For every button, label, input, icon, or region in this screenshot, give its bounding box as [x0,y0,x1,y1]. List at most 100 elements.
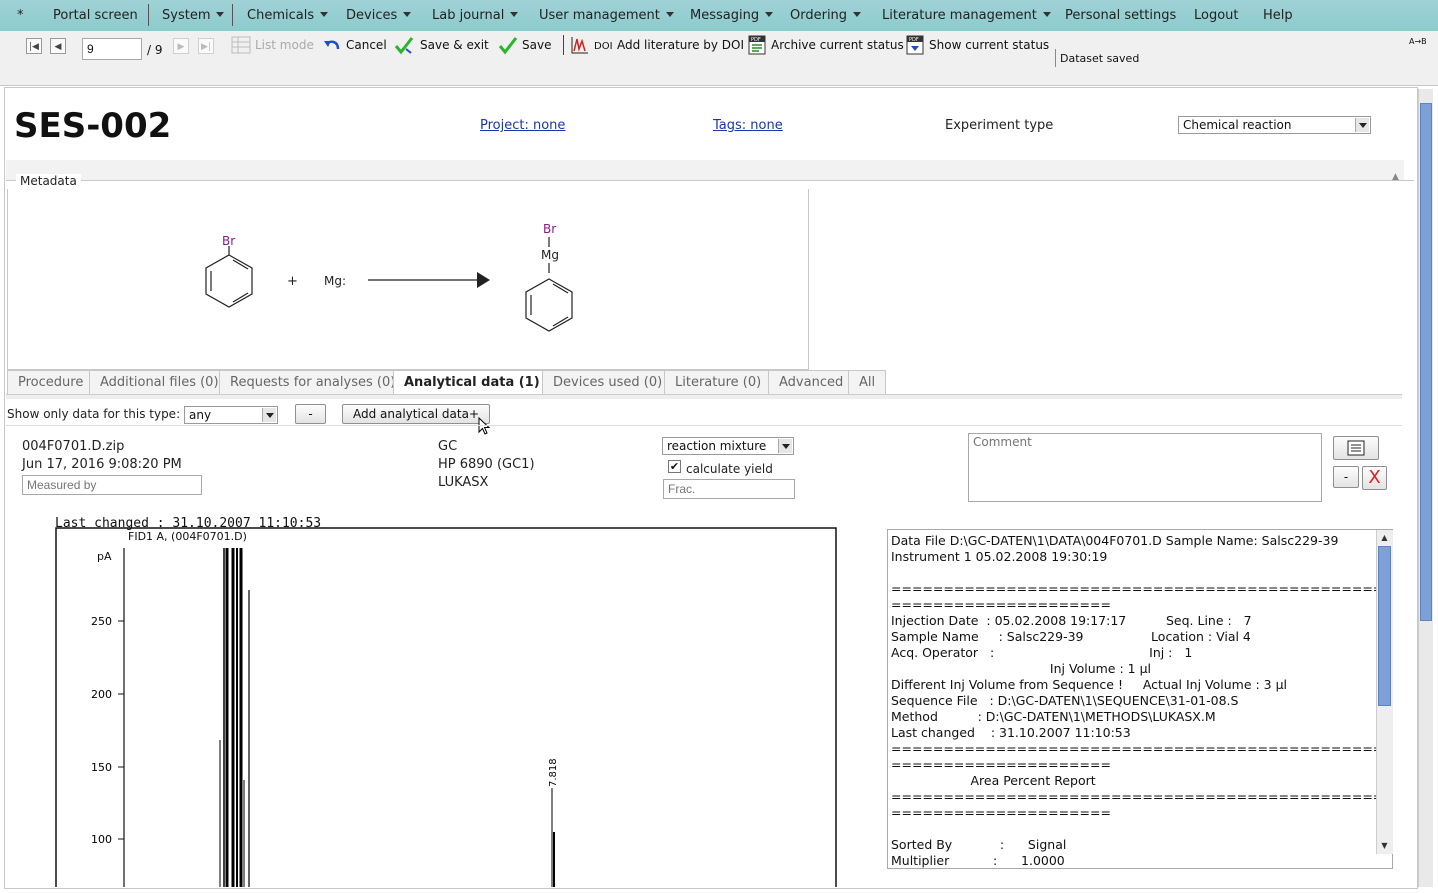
experiment-type-value: Chemical reaction [1183,118,1292,132]
report-scrollbar[interactable]: ▲ ▼ [1376,530,1393,854]
tab-requests-for-analyses[interactable]: Requests for analyses (0) [219,370,407,394]
experiment-type-label: Experiment type [945,118,1054,133]
bromine-atom: Br [222,234,235,248]
page-title: SES-002 [14,106,172,146]
collapse-filter-button[interactable]: - [295,404,326,424]
tab-additional-files[interactable]: Additional files (0) [89,370,230,394]
menu-item-lab-journal[interactable]: Lab journal [432,8,519,23]
analysis-file-name[interactable]: 004F0701.D.zip [22,439,124,454]
collapse-icon[interactable]: ▲ [1392,172,1399,182]
menu-item-logout[interactable]: Logout [1194,8,1239,23]
pdf-archive-icon: PDF [748,35,766,55]
edit-analysis-button[interactable] [1333,436,1379,460]
chevron-down-icon [1355,118,1369,132]
analysis-device: HP 6890 (GC1) [438,457,535,472]
menu-item-personal-settings[interactable]: Personal settings [1065,8,1176,23]
menu-item-devices[interactable]: Devices [346,8,412,23]
menu-item-literature-management[interactable]: Literature management [882,8,1051,23]
header-band [6,160,1404,180]
peak-label: 7.818 [548,758,559,787]
tab-all[interactable]: All [848,370,887,394]
tab-devices-used[interactable]: Devices used (0) [542,370,674,394]
y-axis-unit: pA [97,550,112,563]
cancel-button[interactable]: Cancel [346,38,387,52]
divider [6,425,1402,426]
delete-analysis-button[interactable]: X [1362,466,1387,490]
page-total: / 9 [147,43,163,57]
previous-page-icon[interactable]: ◀ [50,38,66,54]
menu-item-system[interactable]: System [162,8,225,23]
last-page-icon[interactable]: ▶| [198,38,214,54]
data-type-filter-value: any [189,408,212,422]
spectrum-doi-icon [571,37,588,54]
y-tick-150: 150 [91,761,112,774]
main-scrollbar[interactable] [1418,89,1433,887]
reaction-scheme-drawing: Br + Mg: Br Mg [205,222,573,332]
archive-status-button[interactable]: Archive current status [771,38,904,52]
menu-item-messaging[interactable]: Messaging [690,8,774,23]
chevron-down-icon [778,439,792,453]
report-scrollbar-thumb[interactable] [1378,546,1391,706]
menu-item-ordering[interactable]: Ordering [790,8,862,23]
menu-item-portal-screen[interactable]: Portal screen [53,8,138,23]
tab-procedure[interactable]: Procedure [7,370,95,394]
collapse-analysis-button[interactable]: - [1333,466,1359,488]
status-message: Dataset saved [1060,52,1140,65]
toolbar: |◀ ◀ / 9 ▶ ▶| List mode Cancel Save & ex… [0,31,1438,86]
product-bromine-atom: Br [543,222,556,236]
menu-item-help[interactable]: Help [1263,8,1293,23]
calculate-yield-label: calculate yield [686,462,773,476]
mouse-cursor-icon [478,417,491,435]
data-type-filter-select[interactable]: any [184,406,278,424]
tab-literature[interactable]: Literature (0) [664,370,773,394]
doi-prefix: DOI [594,41,613,52]
save-button[interactable]: Save [522,38,551,52]
tags-link[interactable]: Tags: none [713,118,783,133]
calculate-yield-checkbox[interactable]: ✔ [668,460,681,473]
magnesium-reagent: Mg: [324,274,346,288]
scrollbar-thumb[interactable] [1420,103,1432,621]
tab-analytical-data[interactable]: Analytical data (1) [393,370,551,395]
chevron-down-icon [216,12,225,17]
svg-text:PDF: PDF [751,37,761,43]
experiment-type-select[interactable]: Chemical reaction [1178,116,1371,134]
comment-textarea[interactable] [968,433,1322,502]
list-mode-button[interactable]: List mode [255,38,314,52]
add-literature-doi-button[interactable]: Add literature by DOI [617,38,744,52]
page-number-input[interactable] [82,38,142,60]
y-tick-250: 250 [91,615,112,628]
chevron-down-icon [853,12,862,17]
menu-item-chemicals[interactable]: Chemicals [247,8,329,23]
chevron-down-icon [403,12,412,17]
product-magnesium-atom: Mg [541,248,559,262]
scroll-down-icon[interactable]: ▼ [1378,839,1391,852]
menu-star[interactable]: * [17,8,24,23]
phenyl-ring-structure [525,263,573,332]
sample-type-select[interactable]: reaction mixture [662,437,794,455]
main-menu-bar: * Portal screen System Chemicals Devices… [0,0,1438,32]
show-status-button[interactable]: Show current status [929,38,1049,52]
add-analytical-data-button[interactable]: Add analytical data+ [342,404,490,424]
list-edit-icon [1347,440,1365,456]
menu-item-user-management[interactable]: User management [539,8,674,23]
tab-advanced[interactable]: Advanced [768,370,855,394]
sample-type-value: reaction mixture [667,439,767,453]
tab-strip-divider [6,394,1402,399]
toolbar-divider [563,35,564,55]
project-link[interactable]: Project: none [480,118,565,133]
bromobenzene-structure [205,246,253,308]
first-page-icon[interactable]: |◀ [26,38,42,54]
pdf-show-icon: PDF [906,35,924,55]
chevron-down-icon [665,12,674,17]
chevron-down-icon [765,12,774,17]
fraction-input[interactable] [663,479,795,499]
scroll-up-icon[interactable]: ▲ [1378,531,1391,544]
chevron-down-icon [510,12,519,17]
menu-divider [148,4,149,26]
next-page-icon[interactable]: ▶ [173,38,189,54]
save-exit-button[interactable]: Save & exit [420,38,489,52]
measured-by-input[interactable] [22,475,202,495]
analysis-report-text[interactable]: Data File D:\GC-DATEN\1\DATA\004F0701.D … [887,529,1393,869]
analysis-date: Jun 17, 2016 9:08:20 PM [22,457,182,472]
reaction-arrow-head [477,272,490,288]
